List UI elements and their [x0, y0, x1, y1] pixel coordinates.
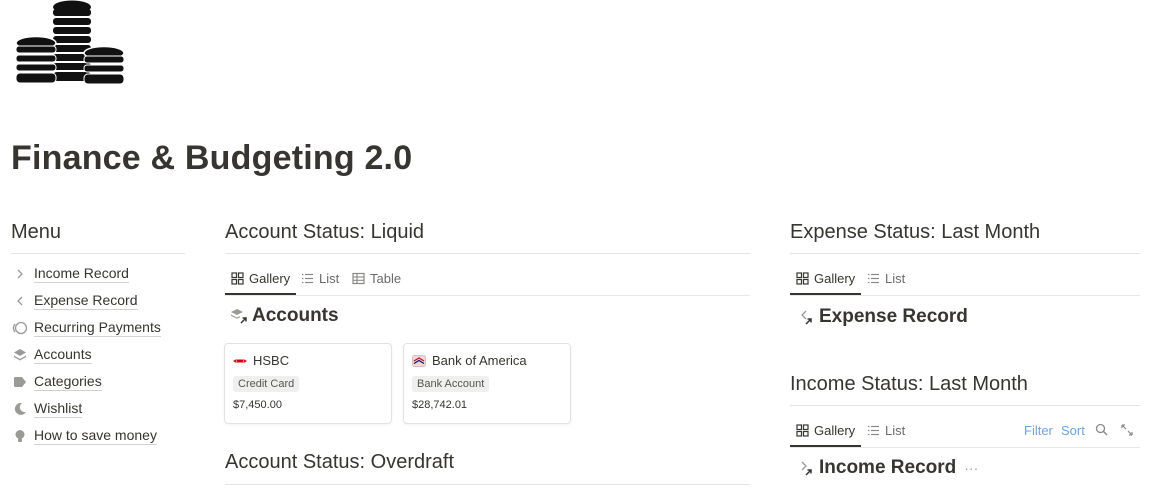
moon-icon [12, 401, 28, 417]
menu-heading: Menu [11, 221, 62, 243]
account-card-hsbc[interactable]: HSBC Credit Card $7,450.00 [224, 343, 392, 424]
income-divider [790, 405, 1140, 406]
tab-gallery[interactable]: Gallery [790, 263, 862, 295]
account-type-tag: Bank Account [412, 376, 490, 392]
tab-label: Gallery [249, 271, 291, 286]
menu-item-label: Categories [34, 373, 102, 391]
menu-item-label: Accounts [34, 346, 92, 364]
db-title-label: Expense Record [819, 306, 968, 327]
account-card-bank-of-america[interactable]: Bank of America Bank Account $28,742.01 [403, 343, 571, 424]
gallery-icon [796, 272, 809, 285]
menu-item-label: Income Record [34, 265, 129, 283]
menu-item-recurring-payments[interactable]: Recurring Payments [12, 317, 161, 339]
filter-button[interactable]: Filter [1024, 423, 1053, 438]
expense-heading: Expense Status: Last Month [790, 221, 1041, 243]
more-options-button[interactable]: ··· [964, 460, 978, 476]
liquid-view-tabs: Gallery List Table [225, 263, 750, 296]
liquid-heading: Account Status: Liquid [225, 221, 425, 243]
tab-list[interactable]: List [867, 415, 905, 446]
gallery-icon [796, 424, 809, 437]
menu-item-how-to-save-money[interactable]: How to save money [12, 425, 157, 447]
list-icon [868, 425, 879, 436]
menu-divider [11, 253, 185, 254]
card-title: Bank of America [432, 353, 527, 368]
gallery-icon [231, 272, 244, 285]
chevron-right-icon [12, 266, 28, 282]
account-balance: $7,450.00 [233, 399, 282, 411]
account-balance: $28,742.01 [412, 399, 468, 411]
menu-item-label: How to save money [34, 427, 157, 445]
list-icon [868, 273, 879, 284]
accounts-database-title[interactable]: Accounts [230, 305, 339, 327]
tab-gallery[interactable]: Gallery [225, 263, 297, 295]
tab-label: List [885, 271, 906, 286]
layers-icon [12, 347, 28, 363]
tab-list[interactable]: List [867, 263, 905, 294]
search-icon[interactable] [1095, 423, 1108, 441]
tab-table[interactable]: Table [352, 263, 401, 294]
account-type-tag: Credit Card [233, 376, 300, 392]
card-title: HSBC [253, 353, 290, 368]
tab-label: Table [370, 271, 402, 286]
db-title-label: Accounts [252, 305, 339, 326]
income-heading: Income Status: Last Month [790, 373, 1028, 395]
tab-label: List [885, 423, 906, 438]
menu-item-label: Expense Record [34, 292, 138, 310]
overdraft-divider [225, 484, 750, 485]
overdraft-heading: Account Status: Overdraft [225, 451, 454, 473]
menu-item-categories[interactable]: Categories [12, 371, 102, 393]
linked-chevron-right-icon [797, 459, 815, 477]
recurring-circle-icon [12, 320, 28, 336]
bank-of-america-logo-icon [412, 354, 426, 367]
expense-record-database-title[interactable]: Expense Record [797, 306, 968, 328]
chevron-left-icon [12, 293, 28, 309]
tag-icon [12, 374, 28, 390]
linked-layers-icon [230, 307, 248, 325]
expand-icon[interactable] [1121, 423, 1133, 441]
liquid-divider [225, 253, 750, 254]
menu-item-expense-record[interactable]: Expense Record [12, 290, 138, 312]
table-icon [352, 272, 365, 285]
linked-chevron-left-icon [797, 308, 815, 326]
lightbulb-icon [12, 428, 28, 444]
expense-divider [790, 253, 1140, 254]
menu-item-label: Recurring Payments [34, 319, 161, 337]
tab-gallery[interactable]: Gallery [790, 415, 862, 447]
hsbc-logo-icon [233, 356, 247, 366]
page-title: Finance & Budgeting 2.0 [11, 139, 413, 177]
income-view-tabs: Gallery List Filter Sort [790, 415, 1140, 448]
income-record-database-title[interactable]: Income Record ··· [797, 457, 978, 479]
tab-label: Gallery [814, 271, 856, 286]
coins-stack-icon[interactable] [14, 0, 128, 92]
menu-item-income-record[interactable]: Income Record [12, 263, 129, 285]
db-title-label: Income Record [819, 457, 957, 478]
tab-list[interactable]: List [301, 263, 339, 294]
list-icon [302, 273, 313, 284]
menu-item-wishlist[interactable]: Wishlist [12, 398, 83, 420]
expense-view-tabs: Gallery List [790, 263, 1140, 296]
tab-label: Gallery [814, 423, 856, 438]
tab-label: List [319, 271, 340, 286]
menu-item-label: Wishlist [34, 400, 83, 418]
sort-button[interactable]: Sort [1061, 423, 1085, 438]
menu-item-accounts[interactable]: Accounts [12, 344, 92, 366]
